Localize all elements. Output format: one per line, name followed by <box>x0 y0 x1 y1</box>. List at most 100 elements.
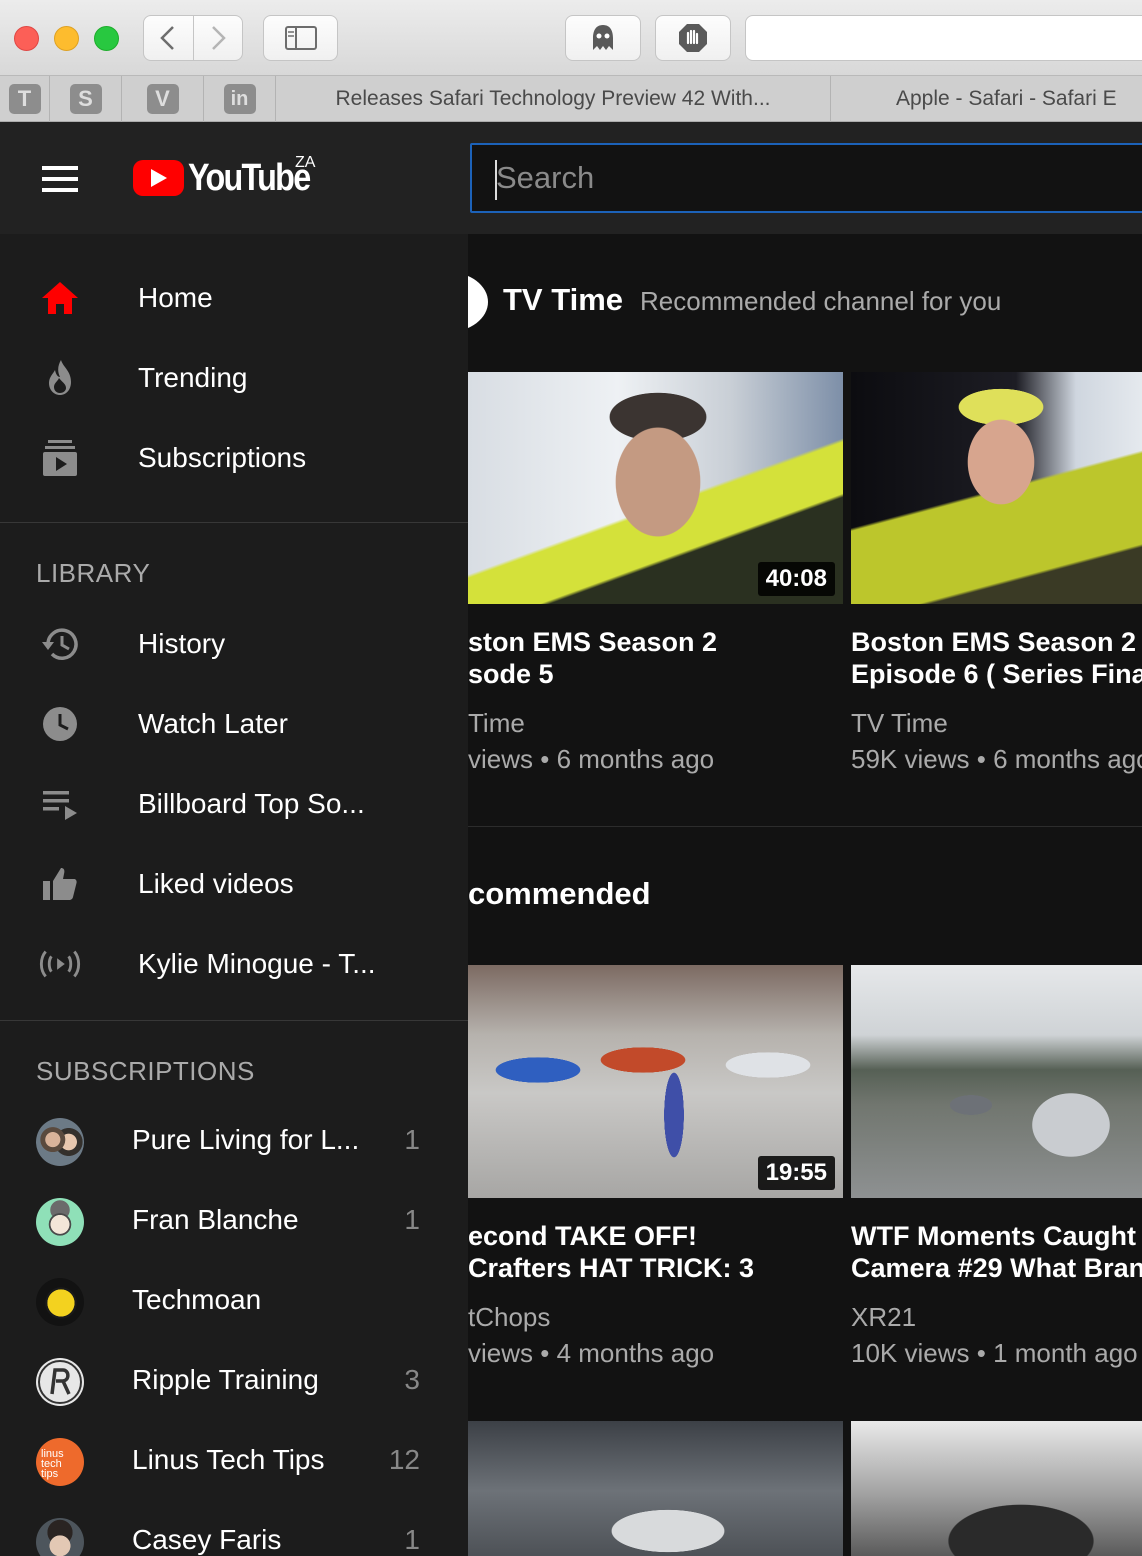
video-title-line2[interactable]: Episode 6 ( Series Final <box>851 658 1142 690</box>
channel-shelf-title[interactable]: TV Time <box>503 282 623 318</box>
video-stats: 59K views • 6 months ago <box>851 741 1142 777</box>
subscription-label: Techmoan <box>132 1284 262 1315</box>
pinned-tab-s[interactable]: S <box>50 76 122 122</box>
subscription-item-fran-blanche[interactable]: Fran Blanche 1 <box>0 1182 468 1262</box>
menu-icon[interactable] <box>42 166 78 192</box>
subscription-item-ripple-training[interactable]: Ripple Training 3 <box>0 1342 468 1422</box>
sidebar-item-watch-later[interactable]: Watch Later <box>0 684 468 764</box>
video-thumbnail[interactable]: 19:55 <box>468 965 843 1198</box>
video-stats: views • 6 months ago <box>468 744 715 774</box>
sidebar-item-home[interactable]: Home <box>0 258 468 338</box>
pinned-tab-icon: in <box>223 84 256 114</box>
subscription-item-linus-tech-tips[interactable]: linus tech tips Linus Tech Tips 12 <box>0 1422 468 1502</box>
sidebar-item-label: Kylie Minogue - T... <box>138 948 376 979</box>
subscription-label: Pure Living for L... <box>132 1124 360 1155</box>
svg-text:tips: tips <box>41 1468 59 1480</box>
video-stats: views • 4 months ago <box>468 1338 715 1368</box>
thumbs-up-icon <box>38 862 82 906</box>
sidebar-item-kylie-live[interactable]: Kylie Minogue - T... <box>0 924 468 1004</box>
video-age: 6 months ago <box>993 744 1142 774</box>
guide-sidebar: Home Trending Subscriptions LIBRARY Hist… <box>0 234 468 1556</box>
sidebar-item-history[interactable]: History <box>0 604 468 684</box>
video-duration: 40:08 <box>757 562 835 596</box>
sidebar-item-trending[interactable]: Trending <box>0 338 468 418</box>
new-video-count: 1 <box>404 1124 420 1155</box>
forward-button[interactable] <box>192 16 243 60</box>
pinned-tab-v[interactable]: V <box>122 76 204 122</box>
playlist-icon <box>38 782 82 826</box>
flame-icon <box>38 356 82 400</box>
tab-label: Apple - Safari - Safari E <box>896 87 1117 110</box>
logo-text: YouTube <box>188 156 311 199</box>
text-caret <box>495 160 497 200</box>
video-channel[interactable]: tChops <box>468 1299 843 1335</box>
channel-avatar <box>36 1198 84 1246</box>
sidebar-item-billboard-playlist[interactable]: Billboard Top So... <box>0 764 468 844</box>
video-title[interactable]: WTF Moments Caught <box>851 1220 1142 1252</box>
shelf-divider <box>468 826 1142 827</box>
video-channel[interactable]: TV Time <box>851 705 1142 741</box>
video-title[interactable]: ston EMS Season 2 <box>468 626 843 658</box>
video-views: views <box>468 744 534 774</box>
new-video-count: 12 <box>388 1444 420 1475</box>
minimize-window-button[interactable] <box>54 26 79 51</box>
video-title[interactable]: Boston EMS Season 2 <box>851 626 1142 658</box>
subscription-item-casey-faris[interactable]: Casey Faris 1 <box>0 1502 468 1556</box>
chevron-right-icon <box>211 26 226 50</box>
close-window-button[interactable] <box>14 26 39 51</box>
video-stats: 10K views • 1 month ago <box>851 1338 1138 1368</box>
back-button[interactable] <box>144 16 193 60</box>
subscription-label: Linus Tech Tips <box>132 1444 325 1475</box>
youtube-logo[interactable]: YouTube ZA <box>133 154 331 199</box>
subscription-label: Casey Faris <box>132 1524 282 1555</box>
video-title-line2[interactable]: Crafters HAT TRICK: 3 <box>468 1252 843 1284</box>
sidebar-item-label: Liked videos <box>138 868 294 899</box>
video-age: 6 months ago <box>556 744 715 774</box>
subscription-item-techmoan[interactable]: Techmoan <box>0 1262 468 1342</box>
back-forward-group <box>143 15 243 61</box>
pinned-tab-t[interactable]: T <box>0 76 50 122</box>
sidebar-toggle-button[interactable] <box>263 15 338 61</box>
ripple-logo-icon <box>38 1360 82 1404</box>
pinned-tab-linkedin[interactable]: in <box>204 76 276 122</box>
youtube-header: YouTube ZA <box>0 122 1142 234</box>
sidebar-item-label: Watch Later <box>138 708 288 739</box>
new-video-count: 1 <box>404 1204 420 1235</box>
subscription-label: Ripple Training <box>132 1364 319 1395</box>
sidebar-item-liked-videos[interactable]: Liked videos <box>0 844 468 924</box>
ghostery-extension-button[interactable] <box>565 15 641 61</box>
video-views: 59K views <box>851 744 970 774</box>
address-bar[interactable] <box>745 15 1142 61</box>
video-thumbnail[interactable] <box>851 1421 1142 1556</box>
new-video-count: 3 <box>404 1364 420 1395</box>
video-channel[interactable]: Time <box>468 705 843 741</box>
video-thumbnail[interactable]: 40:08 <box>468 372 843 604</box>
channel-avatar <box>36 1358 84 1406</box>
video-channel[interactable]: XR21 <box>851 1299 1142 1335</box>
adblock-extension-button[interactable] <box>655 15 731 61</box>
video-thumbnail[interactable] <box>851 372 1142 604</box>
linus-tech-tips-logo-icon: linustechtips <box>41 1448 64 1480</box>
video-title[interactable]: econd TAKE OFF! <box>468 1220 843 1252</box>
search-input[interactable] <box>472 145 1142 211</box>
subscription-label: Fran Blanche <box>132 1204 299 1235</box>
library-section-title: LIBRARY <box>36 558 151 588</box>
video-thumbnail[interactable] <box>468 1421 843 1556</box>
tab-apple-safari[interactable]: Apple - Safari - Safari E <box>831 76 1142 122</box>
video-age: 1 month ago <box>993 1338 1138 1368</box>
video-thumbnail[interactable] <box>851 965 1142 1198</box>
sidebar-divider <box>0 522 468 523</box>
video-title-line2[interactable]: sode 5 <box>468 658 843 690</box>
channel-avatar[interactable] <box>468 272 488 332</box>
video-title-line2[interactable]: Camera #29 What Bran <box>851 1252 1142 1284</box>
channel-shelf-subtitle: Recommended channel for you <box>640 286 1002 316</box>
sidebar-icon <box>284 26 317 50</box>
sidebar-item-label: Subscriptions <box>138 442 307 473</box>
new-video-count: 1 <box>404 1524 420 1555</box>
subscription-item-pure-living[interactable]: Pure Living for L... 1 <box>0 1102 468 1182</box>
channel-avatar <box>36 1518 84 1556</box>
tab-safari-release[interactable]: Releases Safari Technology Preview 42 Wi… <box>276 76 831 122</box>
sidebar-item-subscriptions[interactable]: Subscriptions <box>0 418 468 498</box>
zoom-window-button[interactable] <box>94 26 119 51</box>
sidebar-item-label: Home <box>138 282 213 313</box>
